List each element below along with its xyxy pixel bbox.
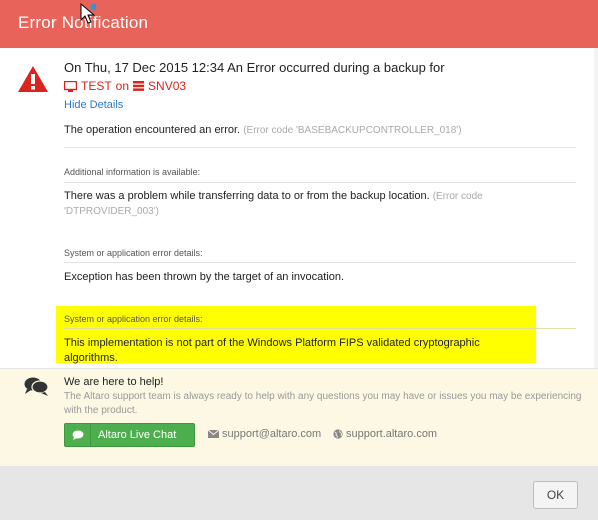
- chat-icon: [65, 424, 91, 446]
- error-message-1: The operation encountered an error. (Err…: [64, 123, 462, 138]
- error-headline: On Thu, 17 Dec 2015 12:34 An Error occur…: [64, 60, 445, 75]
- section-label: Additional information is available:: [64, 167, 201, 177]
- divider: [64, 182, 576, 183]
- error-notification-dialog: Error Notification On Thu, 17 Dec 2015 1…: [0, 0, 598, 520]
- globe-icon: [333, 429, 343, 439]
- hide-details-link[interactable]: Hide Details: [64, 99, 123, 111]
- monitor-icon: [64, 80, 77, 92]
- support-email-link[interactable]: support@altaro.com: [208, 428, 321, 440]
- error-message-4: This implementation is not part of the W…: [64, 337, 480, 364]
- section-label: System or application error details:: [64, 314, 203, 324]
- error-code: (Error code 'BASEBACKUPCONTROLLER_018'): [243, 125, 462, 136]
- list-icon: [133, 81, 145, 91]
- error-target: TEST on SNV03: [64, 79, 186, 93]
- error-message-3: Exception has been thrown by the target …: [64, 271, 345, 283]
- error-message-2: There was a problem while transferring d…: [64, 189, 574, 219]
- message-text: The operation encountered an error.: [64, 124, 241, 136]
- support-site-link[interactable]: support.altaro.com: [333, 428, 437, 440]
- live-chat-button[interactable]: Altaro Live Chat: [64, 423, 195, 447]
- chat-bubbles-icon: [24, 377, 49, 396]
- target-machine: TEST: [81, 79, 112, 93]
- help-title: We are here to help!: [64, 376, 164, 388]
- divider: [64, 328, 576, 329]
- target-vm: SNV03: [148, 79, 187, 93]
- dialog-footer: [0, 466, 598, 520]
- target-on: on: [115, 79, 130, 93]
- ok-button[interactable]: OK: [533, 481, 578, 509]
- scrollbar[interactable]: [594, 48, 598, 368]
- section-label: System or application error details:: [64, 248, 203, 258]
- email-text: support@altaro.com: [222, 428, 322, 440]
- website-text: support.altaro.com: [346, 428, 438, 440]
- envelope-icon: [208, 430, 219, 438]
- mouse-cursor-icon: [80, 3, 96, 24]
- message-text: There was a problem while transferring d…: [64, 190, 430, 202]
- help-text: The Altaro support team is always ready …: [64, 391, 582, 416]
- live-chat-label: Altaro Live Chat: [98, 429, 177, 441]
- warning-icon: [18, 66, 48, 92]
- divider: [64, 147, 576, 148]
- divider: [64, 262, 576, 263]
